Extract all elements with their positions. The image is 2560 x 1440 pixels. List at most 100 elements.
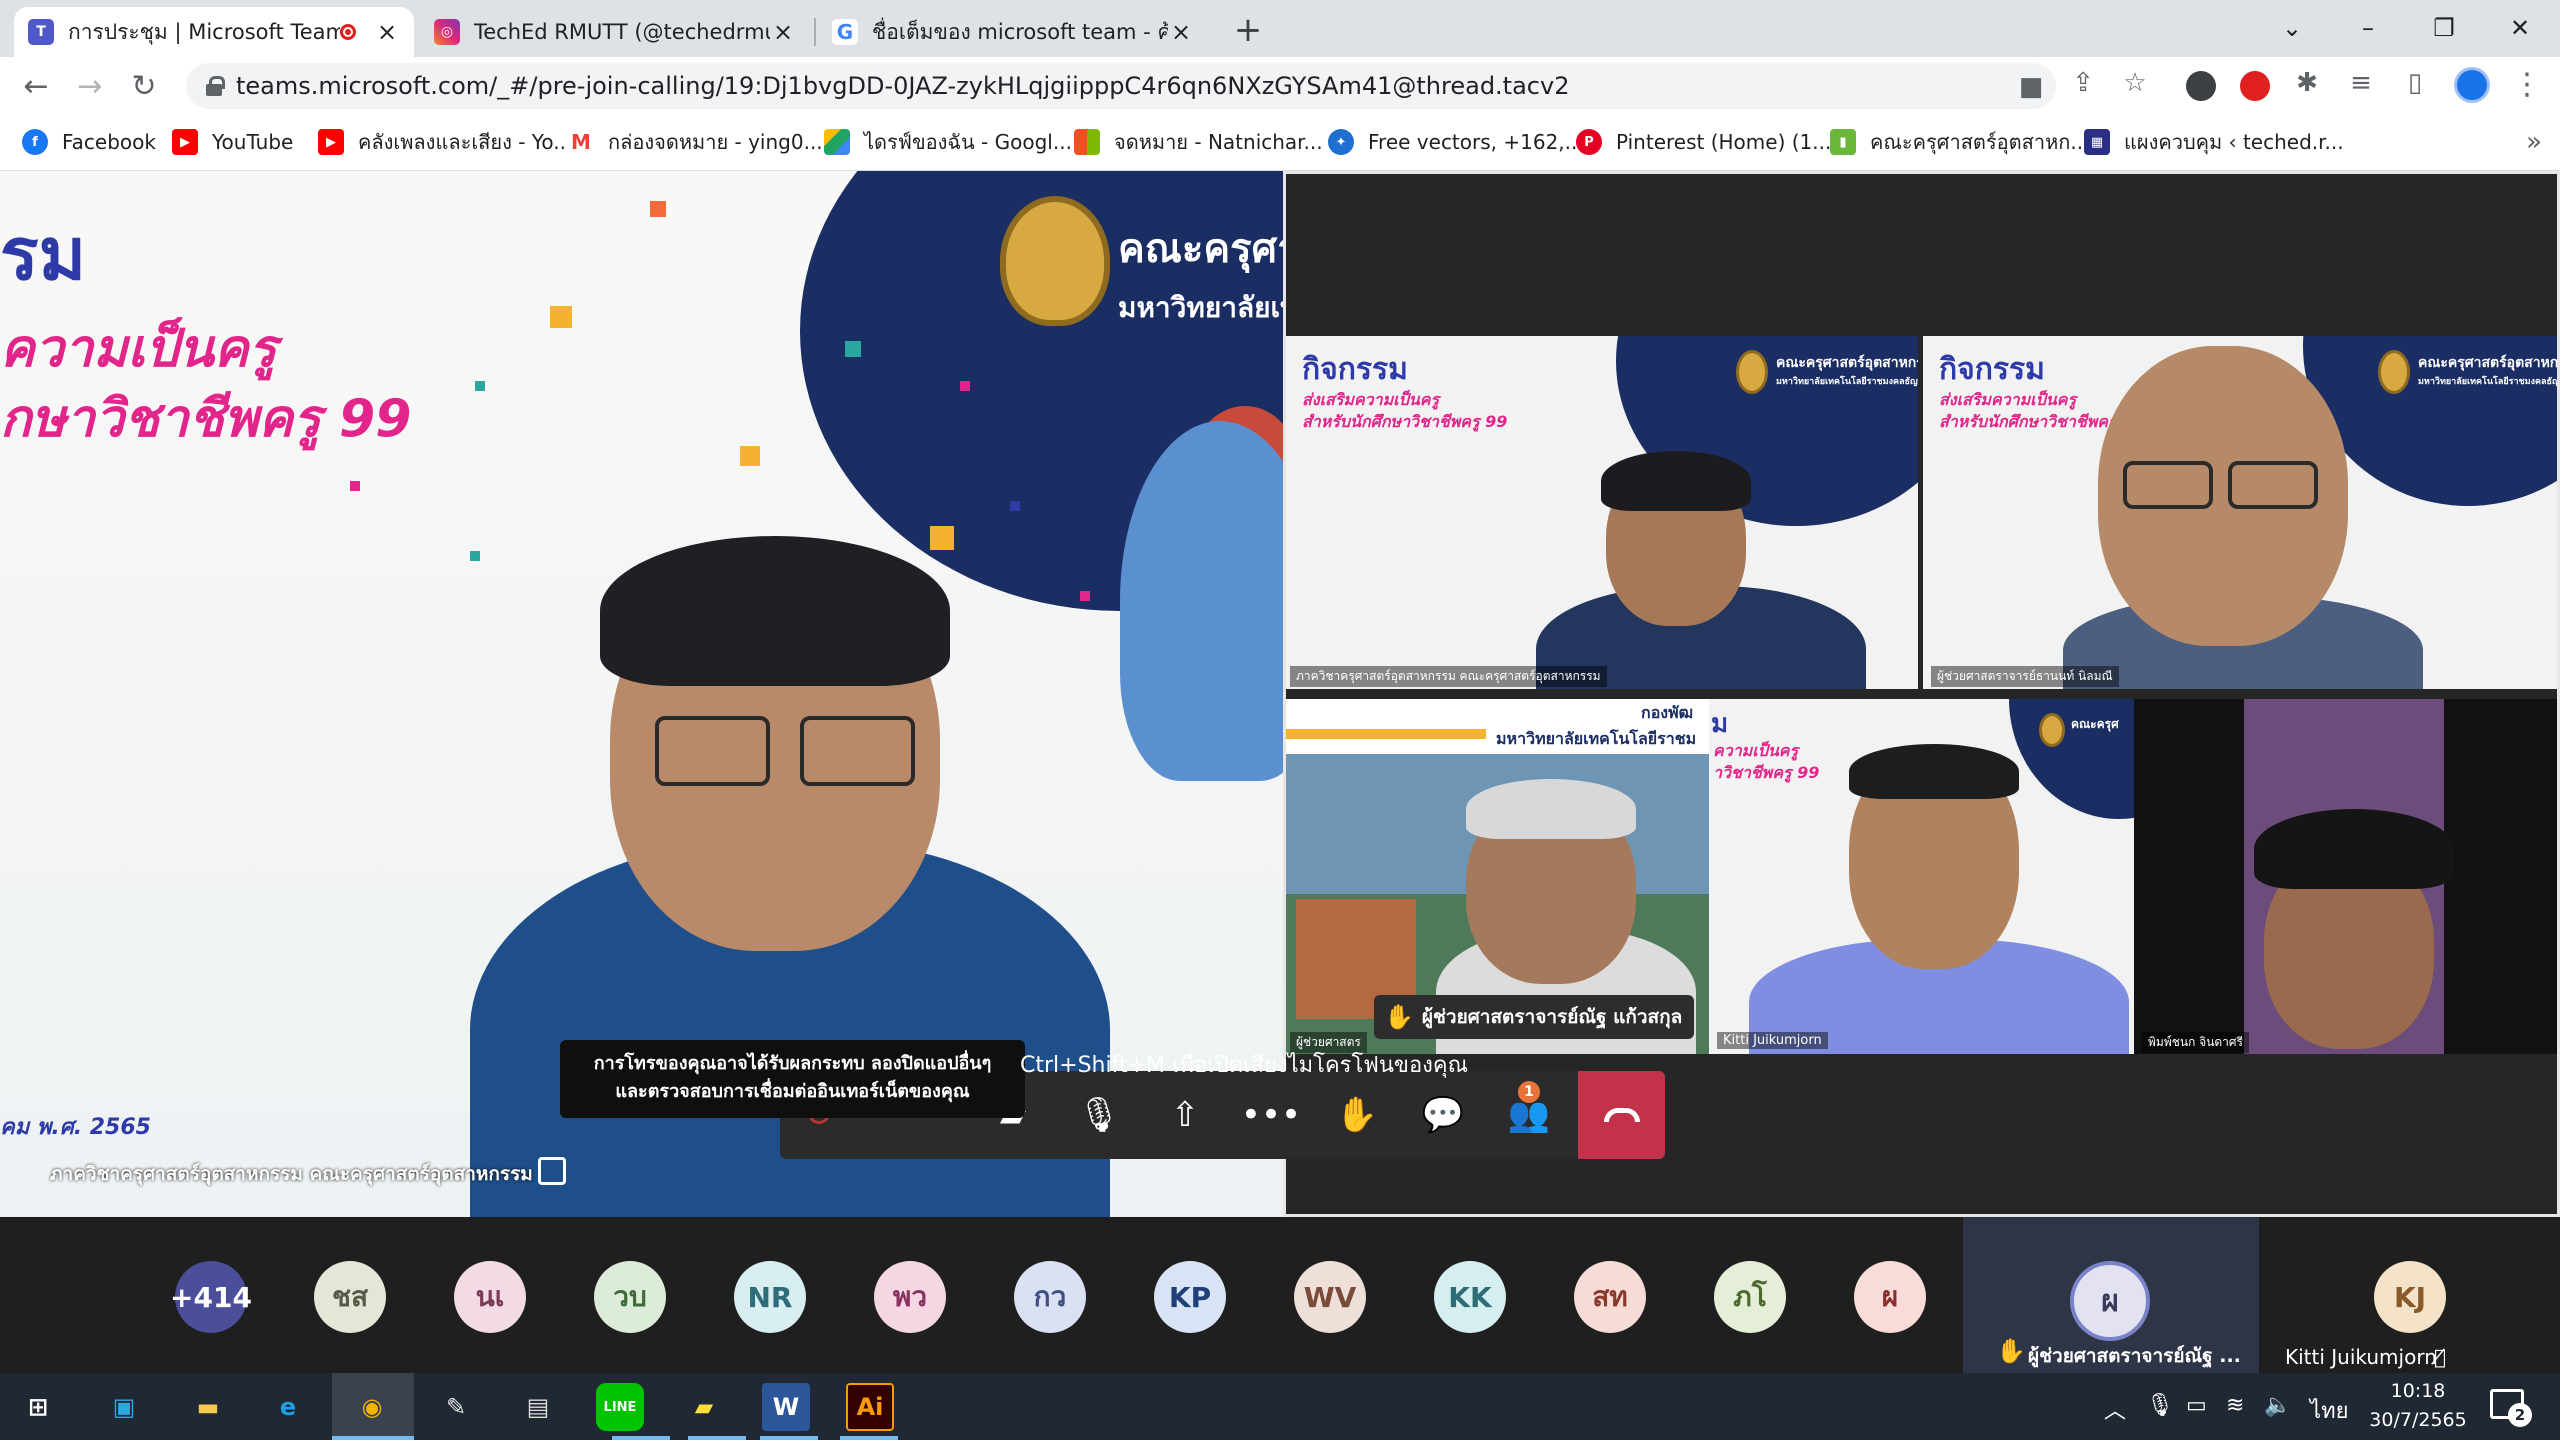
chrome-icon[interactable]: ◉ <box>348 1383 396 1431</box>
mic-muted-icon: 🎙̸ <box>2434 1345 2447 1369</box>
reload-button[interactable]: ↻ <box>124 67 164 107</box>
extension-shield-icon[interactable] <box>2186 71 2216 101</box>
bookmark-star-icon[interactable]: ☆ <box>2118 69 2152 97</box>
video-tile[interactable]: คณะครุศ ม ความเป็นครู าวิชาชีพครู 99 Kit… <box>1709 699 2134 1054</box>
slide-subtitle: าวิชาชีพครู 99 <box>1713 763 1820 782</box>
speaking-participant-avatar[interactable]: ผ <box>2070 1261 2150 1341</box>
tab-teams[interactable]: T การประชุม | Microsoft Teams × <box>14 7 414 57</box>
input-language[interactable]: ไทย <box>2310 1393 2348 1428</box>
slide-subtitle: กษาวิชาชีพครู 99 <box>0 389 412 449</box>
pin-participant-icon[interactable] <box>538 1157 566 1185</box>
participant-avatar[interactable]: วบ <box>594 1261 666 1333</box>
close-window-button[interactable]: ✕ <box>2490 8 2550 48</box>
bookmark-wp-admin[interactable]: ▦ แผงควบคุม ‹ teched.r... <box>2084 127 2344 157</box>
participant-glasses <box>2123 461 2213 509</box>
overflow-participants-avatar[interactable]: +414 <box>170 1261 252 1333</box>
warning-text: และตรวจสอบการเชื่อมต่ออินเทอร์เน็ตของคุณ <box>615 1081 970 1102</box>
bookmarks-bar: f Facebook ▶ YouTube ▶ คลังเพลงและเสียง … <box>0 115 2560 171</box>
back-button[interactable]: ← <box>16 67 56 107</box>
avatar-initials: NR <box>747 1280 793 1314</box>
share-screen-button[interactable]: ⇧ <box>1142 1071 1228 1159</box>
bookmark-drive[interactable]: ไดรฟ์ของฉัน - Googl... <box>824 127 1072 157</box>
word-icon[interactable]: W <box>762 1383 810 1431</box>
tab-instagram[interactable]: ◎ TechEd RMUTT (@techedrmutt) • × <box>420 7 810 57</box>
start-icon[interactable]: ⊞ <box>14 1383 62 1431</box>
bookmark-facebook[interactable]: f Facebook <box>22 127 156 157</box>
extensions-puzzle-icon[interactable]: ✱ <box>2290 69 2324 97</box>
battery-icon[interactable]: ▭ <box>2186 1393 2207 1418</box>
participant-avatar[interactable]: กว <box>1014 1261 1086 1333</box>
tab-google-search[interactable]: G ชื่อเต็มของ microsoft team - ค้นหาด้ × <box>818 7 1208 57</box>
participant-avatar[interactable]: ผ <box>1854 1261 1926 1333</box>
restore-button[interactable]: ❐ <box>2414 8 2474 48</box>
participant-avatar[interactable]: นเ <box>454 1261 526 1333</box>
hang-up-button[interactable] <box>1578 1071 1665 1159</box>
profile-avatar[interactable] <box>2454 67 2490 103</box>
avatar-initials: WV <box>1303 1280 1357 1314</box>
menu-kebab-icon[interactable]: ⋮ <box>2512 67 2542 107</box>
minimize-button[interactable]: – <box>2338 8 2398 48</box>
volume-icon[interactable]: 🔈 <box>2264 1393 2291 1418</box>
self-avatar[interactable]: KJ <box>2374 1261 2446 1333</box>
clock[interactable]: 10:18 30/7/2565 <box>2368 1377 2468 1435</box>
close-tab-icon[interactable]: × <box>1168 18 1194 46</box>
illustrator-icon[interactable]: Ai <box>846 1383 894 1431</box>
side-panel-icon[interactable]: ▯ <box>2398 69 2432 97</box>
participant-avatar[interactable]: พว <box>874 1261 946 1333</box>
freepik-icon: ✦ <box>1328 129 1354 155</box>
tray-overflow-icon[interactable]: ︿ <box>2104 1393 2126 1425</box>
wifi-icon[interactable]: ≋ <box>2226 1393 2244 1418</box>
chat-button[interactable]: 💬 <box>1400 1071 1486 1159</box>
confetti <box>960 381 970 391</box>
participant-avatar[interactable]: สท <box>1574 1261 1646 1333</box>
line-icon[interactable]: LINE <box>596 1383 644 1431</box>
bookmark-pinterest[interactable]: P Pinterest (Home) (1... <box>1576 127 1831 157</box>
printer-icon[interactable]: ▤ <box>514 1383 562 1431</box>
logo-text: คณะครุศ <box>2071 717 2119 731</box>
bookmark-teched[interactable]: ▮ คณะครุศาสตร์อุตสาหก... <box>1830 127 2089 157</box>
tab-search-chevron-icon[interactable]: ⌄ <box>2262 8 2322 48</box>
bookmark-outlook[interactable]: จดหมาย - Natnichar... <box>1074 127 1323 157</box>
participant-avatar[interactable]: KP <box>1154 1261 1226 1333</box>
participant-avatar[interactable]: WV <box>1294 1261 1366 1333</box>
address-bar[interactable]: teams.microsoft.com/_#/pre-join-calling/… <box>186 63 2056 109</box>
sticky-notes-icon[interactable]: ▰ <box>680 1383 728 1431</box>
file-explorer-icon[interactable]: ▬ <box>184 1383 232 1431</box>
logo-text: คณะครุศาสตร์อุตสาหกรรม <box>2418 355 2557 371</box>
share-icon[interactable]: ⇪ <box>2066 69 2100 97</box>
bookmark-label: Pinterest (Home) (1... <box>1616 130 1832 154</box>
video-tile[interactable]: พิมพ์ชนก จินดาศรี <box>2134 699 2557 1054</box>
mic-toggle-button[interactable]: 🎙 <box>1056 1071 1142 1159</box>
microphone-tray-icon[interactable]: 🎙 <box>2146 1393 2174 1418</box>
adblock-extension-icon[interactable] <box>2240 71 2270 101</box>
media-control-icon[interactable]: ≡ <box>2344 69 2378 97</box>
new-tab-button[interactable]: + <box>1228 10 1268 50</box>
confetti <box>550 306 572 328</box>
video-tile[interactable]: คณะครุศาสตร์อุตสาหกรรม มหาวิทยาลัยเทคโนโ… <box>1923 336 2557 689</box>
bookmark-freepik[interactable]: ✦ Free vectors, +162,... <box>1328 127 1584 157</box>
participant-avatar[interactable]: NR <box>734 1261 806 1333</box>
logo-text: มหาวิทยาลัยเทคโนโลยีราชมงคลธัญบุรี <box>1776 377 1918 387</box>
browser-toolbar: ← → ↻ teams.microsoft.com/_#/pre-join-ca… <box>0 57 2560 115</box>
contacts-icon[interactable]: ▣ <box>100 1383 148 1431</box>
bookmark-gmail[interactable]: M กล่องจดหมาย - ying0... <box>568 127 823 157</box>
bookmarks-overflow-icon[interactable]: » <box>2526 127 2542 157</box>
more-actions-button[interactable]: ••• <box>1228 1071 1314 1159</box>
participant-avatar[interactable]: ภโ <box>1714 1261 1786 1333</box>
avatar-initials: KP <box>1168 1280 1212 1314</box>
participant-avatar[interactable]: ชส <box>314 1261 386 1333</box>
close-tab-icon[interactable]: × <box>770 18 796 46</box>
participant-name: ภาควิชาครุศาสตร์อุตสาหกรรม คณะครุศาสตร์อ… <box>1290 666 1607 687</box>
paint-icon[interactable]: ✎ <box>432 1383 480 1431</box>
bookmark-youtube-audio[interactable]: ▶ คลังเพลงและเสียง - Yo... <box>318 127 572 157</box>
forward-button[interactable]: → <box>70 67 110 107</box>
raise-hand-button[interactable]: ✋ <box>1314 1071 1400 1159</box>
bookmark-youtube[interactable]: ▶ YouTube <box>172 127 293 157</box>
edge-icon[interactable]: e <box>264 1383 312 1431</box>
video-tile[interactable]: คณะครุศาสตร์อุตสาหกรรม มหาวิทยาลัยเทคโนโ… <box>1286 336 1918 689</box>
close-tab-icon[interactable]: × <box>374 18 400 46</box>
banner-text: มหาวิทยาลัยเทคโนโลยีราชม <box>1496 729 1697 748</box>
participant-avatar[interactable]: KK <box>1434 1261 1506 1333</box>
camera-icon[interactable]: ■ <box>2014 73 2048 101</box>
url-text: teams.microsoft.com/_#/pre-join-calling/… <box>236 72 1570 100</box>
